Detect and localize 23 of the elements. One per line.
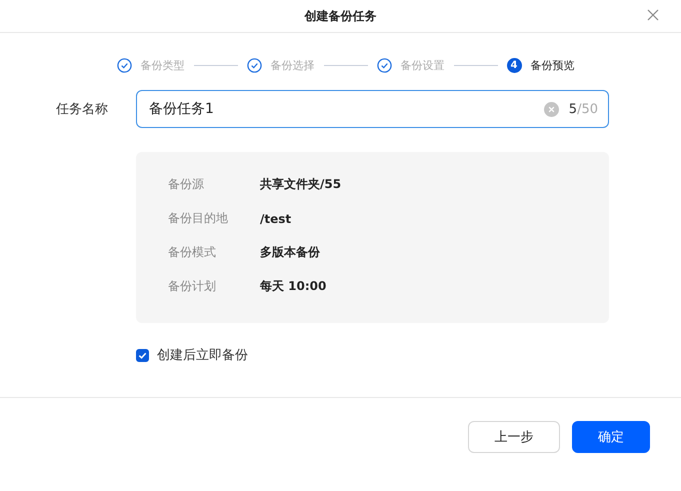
char-count: 5 [568, 102, 578, 116]
summary-value: 共享文件夹/55 [260, 176, 342, 193]
summary-label: 备份目的地 [168, 210, 229, 227]
close-icon[interactable] [647, 9, 659, 21]
summary-value: 多版本备份 [260, 244, 320, 261]
step-label: 备份设置 [400, 58, 444, 73]
step-number: 4 [506, 58, 522, 73]
task-name-field[interactable]: 备份任务1 5/50 [136, 90, 609, 128]
summary-label: 备份模式 [168, 244, 217, 261]
back-button[interactable]: 上一步 [468, 421, 560, 453]
summary-value: /test [260, 212, 292, 226]
summary-value: 每天 10:00 [260, 278, 326, 295]
char-limit: /50 [577, 102, 598, 116]
summary-label: 备份源 [168, 176, 205, 193]
dialog-title: 创建备份任务 [304, 8, 376, 24]
summary-label: 备份计划 [168, 278, 217, 295]
step-label: 备份选择 [270, 58, 314, 73]
step-label: 备份预览 [530, 58, 574, 73]
checkbox-label: 创建后立即备份 [157, 347, 248, 364]
field-label: 任务名称 [56, 101, 109, 118]
checkbox[interactable] [136, 348, 149, 362]
confirm-button[interactable]: 确定 [572, 421, 650, 453]
step-label: 备份类型 [140, 58, 184, 73]
